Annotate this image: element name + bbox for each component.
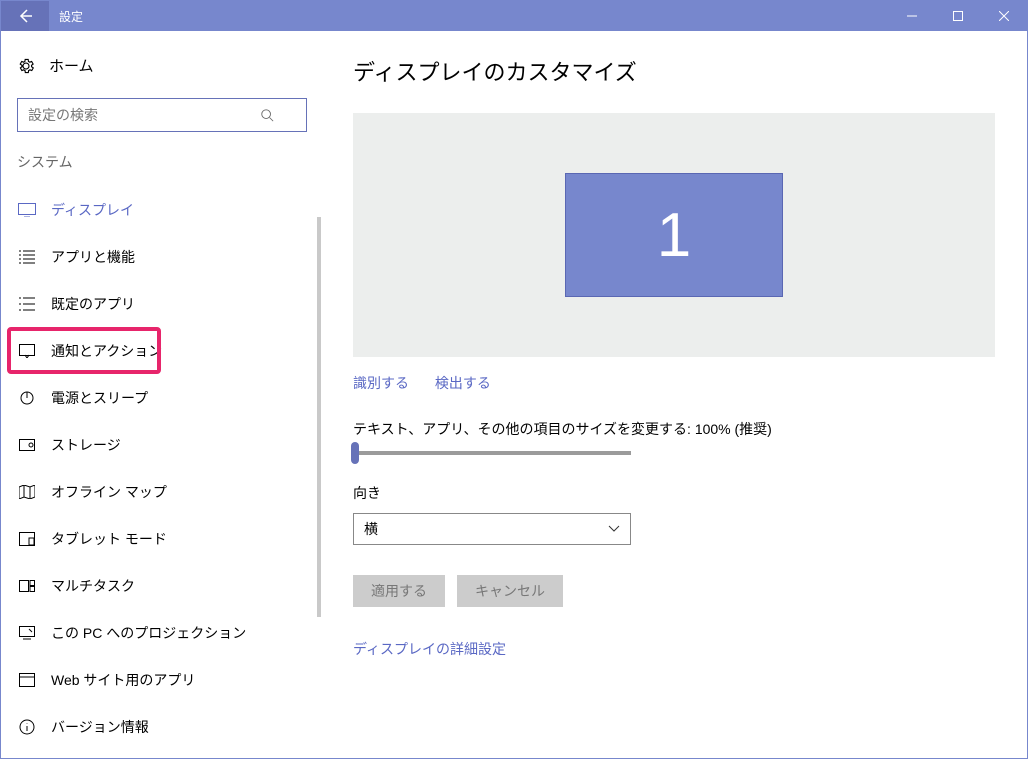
- monitor-icon: [17, 203, 37, 217]
- web-icon: [17, 673, 37, 687]
- sidebar-item-multitask[interactable]: マルチタスク: [1, 562, 321, 609]
- search-input[interactable]: 設定の検索: [17, 98, 307, 132]
- map-icon: [17, 485, 37, 499]
- chevron-down-icon: [608, 525, 620, 533]
- sidebar-item-label: Web サイト用のアプリ: [51, 670, 195, 690]
- sidebar-item-tablet-mode[interactable]: タブレット モード: [1, 515, 321, 562]
- close-button[interactable]: [981, 1, 1027, 31]
- title-bar: 設定: [1, 1, 1027, 31]
- sidebar-item-apps[interactable]: アプリと機能: [1, 233, 321, 280]
- advanced-display-link[interactable]: ディスプレイの詳細設定: [353, 641, 506, 657]
- cancel-button[interactable]: キャンセル: [457, 575, 563, 607]
- nav-list: ディスプレイ アプリと機能 既定のアプリ 通知とアクション 電源とスリープ スト…: [1, 186, 321, 750]
- sidebar-item-label: オフライン マップ: [51, 482, 167, 502]
- sidebar-item-display[interactable]: ディスプレイ: [1, 186, 321, 233]
- home-label: ホーム: [49, 55, 94, 76]
- info-icon: [17, 719, 37, 735]
- detect-link[interactable]: 検出する: [435, 375, 491, 391]
- sidebar-item-label: ストレージ: [51, 435, 121, 455]
- sidebar-item-label: 電源とスリープ: [51, 388, 148, 408]
- sidebar-item-projection[interactable]: この PC へのプロジェクション: [1, 609, 321, 656]
- sidebar-item-label: 既定のアプリ: [51, 294, 135, 314]
- sidebar-item-notifications[interactable]: 通知とアクション: [1, 327, 321, 374]
- back-button[interactable]: [1, 1, 49, 31]
- scale-slider[interactable]: [353, 451, 631, 455]
- window-title: 設定: [49, 8, 889, 25]
- multitask-icon: [17, 580, 37, 592]
- dropdown-value: 横: [364, 519, 378, 539]
- sidebar-item-label: この PC へのプロジェクション: [51, 623, 246, 643]
- tablet-icon: [17, 532, 37, 546]
- sidebar-scrollbar[interactable]: [317, 217, 321, 617]
- maximize-button[interactable]: [935, 1, 981, 31]
- sidebar-item-label: マルチタスク: [51, 576, 135, 596]
- main-content: ディスプレイのカスタマイズ 1 識別する 検出する テキスト、アプリ、その他の項…: [321, 31, 1027, 758]
- search-icon: [260, 108, 274, 122]
- notification-icon: [17, 344, 37, 358]
- sidebar-item-about[interactable]: バージョン情報: [1, 703, 321, 750]
- maximize-icon: [953, 11, 963, 21]
- projection-icon: [17, 626, 37, 640]
- page-heading: ディスプレイのカスタマイズ: [353, 55, 995, 87]
- sidebar-item-web-apps[interactable]: Web サイト用のアプリ: [1, 656, 321, 703]
- arrow-left-icon: [16, 7, 34, 25]
- sidebar-item-label: バージョン情報: [51, 717, 149, 737]
- slider-thumb[interactable]: [351, 442, 359, 464]
- close-icon: [999, 11, 1009, 21]
- search-placeholder: 設定の検索: [28, 105, 260, 125]
- identify-link[interactable]: 識別する: [353, 375, 409, 391]
- monitor-number: 1: [657, 200, 691, 271]
- category-header: システム: [1, 152, 321, 186]
- defaults-icon: [17, 297, 37, 311]
- minimize-icon: [907, 11, 917, 21]
- gear-icon: [17, 57, 35, 75]
- sidebar-item-storage[interactable]: ストレージ: [1, 421, 321, 468]
- orientation-label: 向き: [353, 483, 995, 503]
- minimize-button[interactable]: [889, 1, 935, 31]
- scale-label: テキスト、アプリ、その他の項目のサイズを変更する: 100% (推奨): [353, 419, 995, 439]
- home-nav[interactable]: ホーム: [1, 55, 321, 98]
- monitor-1[interactable]: 1: [565, 173, 783, 297]
- sidebar-item-power[interactable]: 電源とスリープ: [1, 374, 321, 421]
- sidebar-item-default-apps[interactable]: 既定のアプリ: [1, 280, 321, 327]
- sidebar-item-label: ディスプレイ: [51, 200, 134, 220]
- sidebar-item-label: アプリと機能: [51, 247, 135, 267]
- sidebar-item-label: 通知とアクション: [51, 341, 162, 361]
- orientation-dropdown[interactable]: 横: [353, 513, 631, 545]
- storage-icon: [17, 439, 37, 451]
- sidebar: ホーム 設定の検索 システム ディスプレイ アプリと機能 既定のアプリ: [1, 31, 321, 758]
- sidebar-item-offline-maps[interactable]: オフライン マップ: [1, 468, 321, 515]
- sidebar-item-label: タブレット モード: [51, 529, 167, 549]
- display-arrangement-area[interactable]: 1: [353, 113, 995, 357]
- list-icon: [17, 250, 37, 264]
- apply-button[interactable]: 適用する: [353, 575, 445, 607]
- power-icon: [17, 390, 37, 406]
